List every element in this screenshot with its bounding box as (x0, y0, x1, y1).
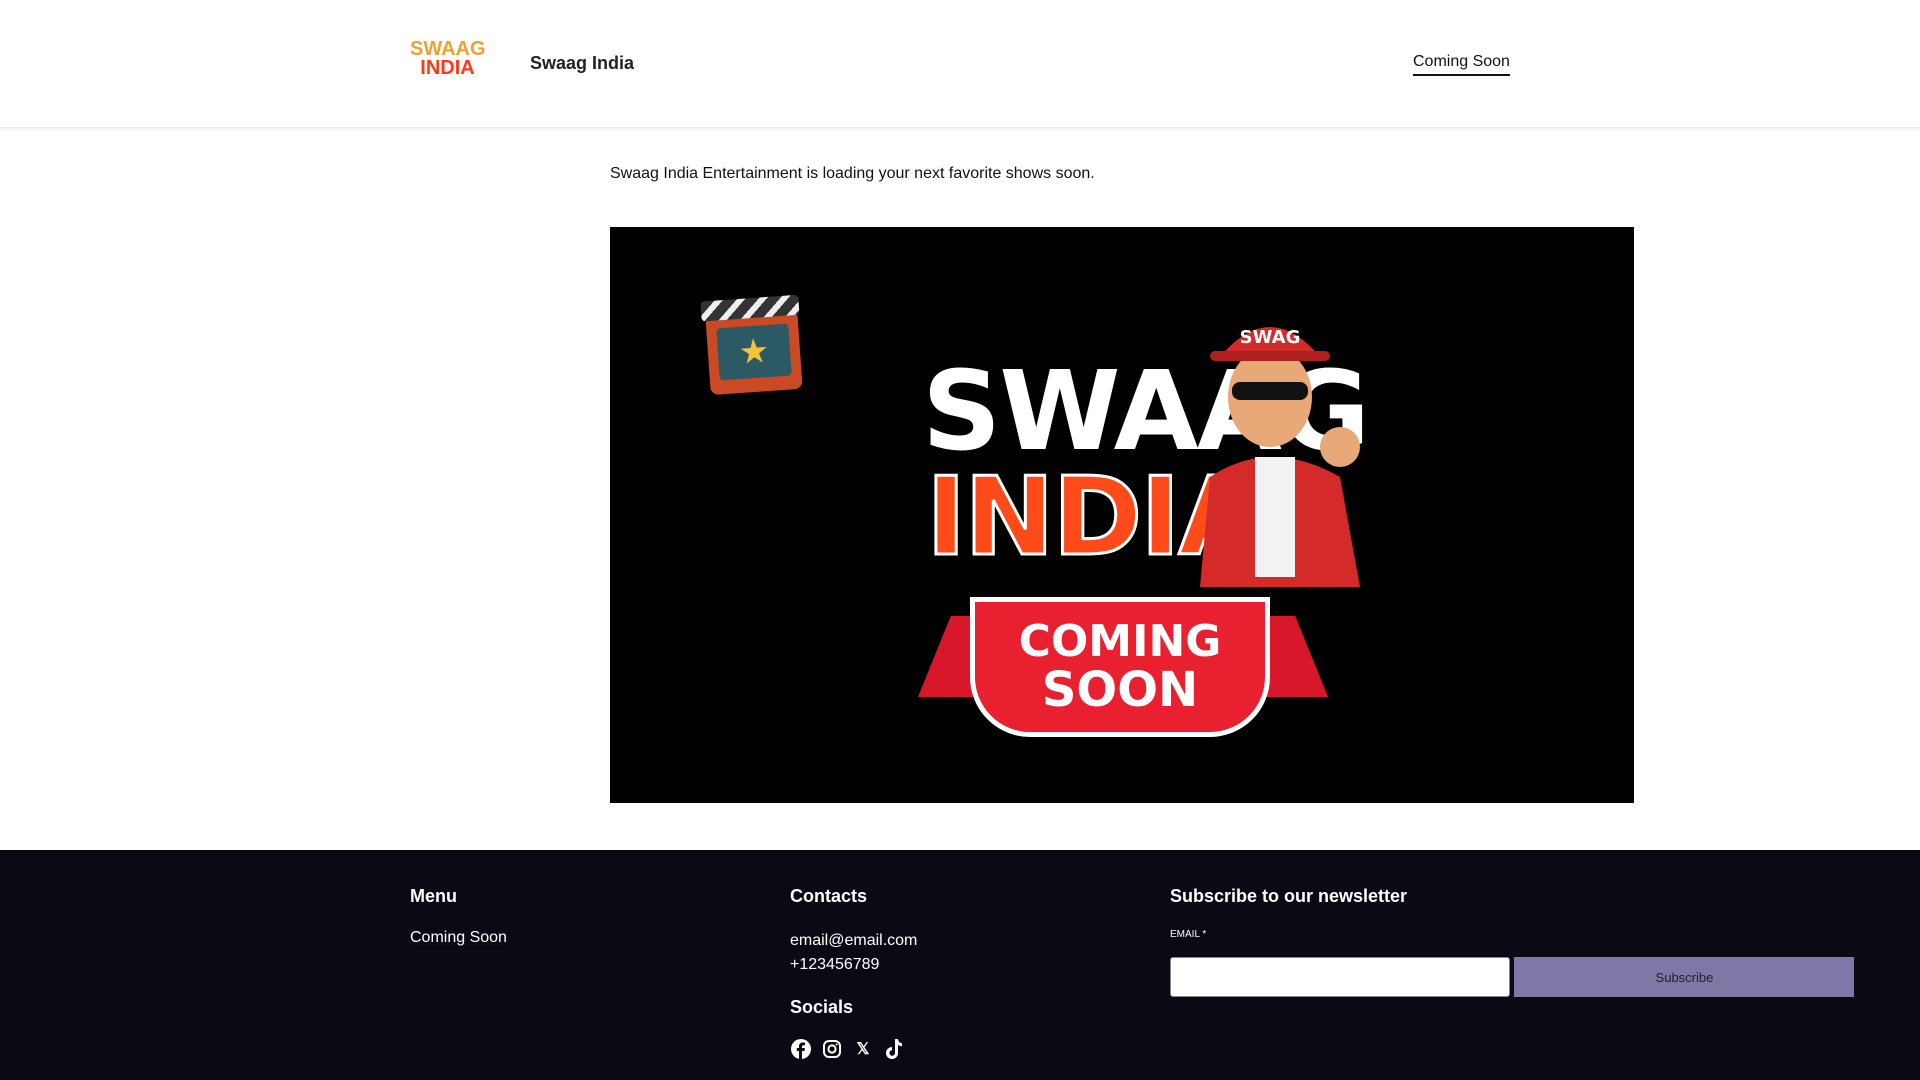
contact-email[interactable]: email@email.com (790, 929, 917, 953)
nav-coming-soon[interactable]: Coming Soon (1413, 53, 1510, 76)
clapperboard-icon: ★ (705, 308, 803, 396)
tiktok-icon[interactable] (883, 1038, 905, 1060)
contacts-heading: Contacts (790, 886, 868, 906)
footer-newsletter: Subscribe to our newsletter EMAIL * Subs… (1170, 886, 1855, 997)
email-input[interactable] (1170, 957, 1510, 997)
hero-image: ★ SWAAG INDIA SWAG COMING SOON (610, 227, 1634, 803)
site-header: SWAAG INDIA Swaag India Coming Soon (0, 0, 1920, 128)
svg-text:SWAG: SWAG (1240, 327, 1301, 348)
facebook-icon[interactable] (790, 1038, 812, 1060)
newsletter-heading: Subscribe to our newsletter (1170, 886, 1408, 906)
x-icon[interactable]: 𝕏 (852, 1038, 874, 1060)
footer-menu: Menu Coming Soon (410, 886, 507, 948)
logo[interactable]: SWAAG INDIA (410, 39, 486, 88)
subscribe-button[interactable]: Subscribe (1514, 957, 1855, 997)
contact-phone[interactable]: +123456789 (790, 953, 917, 977)
footer-contacts: Contacts email@email.com +123456789 Soci… (790, 886, 917, 1060)
menu-heading: Menu (410, 886, 457, 906)
socials-heading: Socials (790, 997, 854, 1017)
coming-soon-badge: COMING SOON (970, 597, 1270, 737)
instagram-icon[interactable] (821, 1038, 843, 1060)
site-footer: Menu Coming Soon Contacts email@email.co… (0, 850, 1920, 1080)
mascot-illustration: SWAG (1200, 327, 1360, 587)
tagline: Swaag India Entertainment is loading you… (610, 165, 1095, 182)
email-label: EMAIL * (1170, 929, 1207, 940)
social-links: 𝕏 (790, 1038, 917, 1060)
site-title[interactable]: Swaag India (530, 53, 634, 74)
footer-link-coming-soon[interactable]: Coming Soon (410, 929, 507, 948)
